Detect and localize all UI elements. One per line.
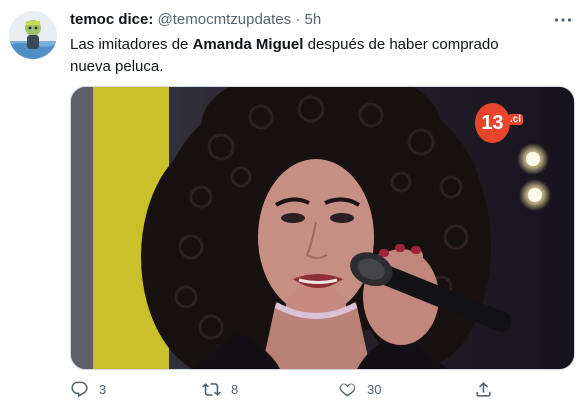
tweet-actions: 3 8 30	[66, 378, 496, 400]
retweet-icon	[202, 382, 221, 396]
channel-logo: 13 .cl	[475, 101, 523, 145]
reply-count: 3	[99, 381, 107, 397]
reply-icon	[71, 381, 88, 397]
tweet-text: Las imitadores de Amanda Miguel después …	[70, 34, 540, 78]
tweet-text-before: Las imitadores de	[70, 36, 193, 53]
channel-logo-suffix: .cl	[507, 113, 523, 125]
reply-button[interactable]: 3	[70, 378, 106, 400]
like-count: 30	[367, 381, 382, 397]
tweet-text-bold: Amanda Miguel	[192, 36, 304, 53]
separator-dot: ·	[295, 11, 301, 28]
channel-logo-circle: 13	[475, 103, 510, 143]
heart-icon	[339, 383, 356, 396]
more-options-button[interactable]	[552, 10, 574, 30]
share-icon	[476, 381, 491, 397]
tweet-media[interactable]: 13 .cl	[70, 86, 575, 370]
user-handle[interactable]: @temocmtzupdates	[158, 11, 292, 28]
more-dots-icon	[554, 18, 572, 22]
tweet-timestamp[interactable]: 5h	[305, 11, 322, 28]
avatar-image	[9, 11, 57, 59]
channel-logo-number: 13	[481, 111, 504, 134]
share-button[interactable]	[474, 378, 493, 400]
tweet-header: temoc dice: @temocmtzupdates · 5h	[70, 10, 564, 30]
like-button[interactable]: 30	[338, 378, 381, 400]
display-name[interactable]: temoc dice:	[70, 11, 153, 28]
retweet-button[interactable]: 8	[202, 378, 238, 400]
retweet-count: 8	[231, 381, 239, 397]
avatar[interactable]	[9, 11, 57, 59]
